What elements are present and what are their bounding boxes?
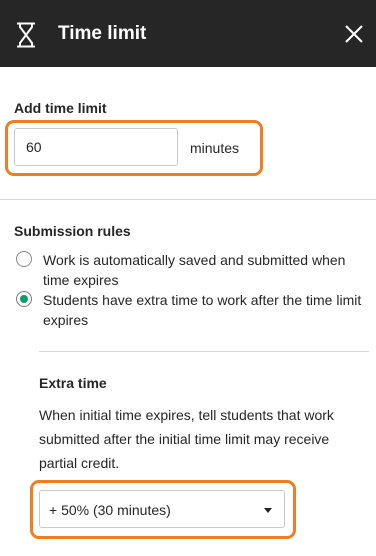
radio-option-auto-submit[interactable]: Work is automatically saved and submitte… bbox=[16, 250, 366, 290]
extra-time-label: Extra time bbox=[39, 375, 107, 391]
submission-rules-label: Submission rules bbox=[14, 223, 131, 239]
hourglass-icon bbox=[17, 22, 35, 48]
radio-label-extra-time: Students have extra time to work after t… bbox=[43, 292, 362, 328]
time-limit-unit: minutes bbox=[190, 140, 240, 156]
time-limit-label: Add time limit bbox=[14, 100, 107, 116]
time-limit-input[interactable] bbox=[14, 128, 178, 166]
caret-down-icon bbox=[264, 508, 272, 513]
extra-time-divider bbox=[39, 351, 369, 352]
extra-time-description: When initial time expires, tell students… bbox=[39, 407, 334, 471]
extra-time-select[interactable]: + 50% (30 minutes) bbox=[39, 490, 285, 528]
close-icon[interactable] bbox=[344, 24, 364, 44]
panel-title: Time limit bbox=[58, 23, 147, 44]
extra-time-selected-value: + 50% (30 minutes) bbox=[49, 502, 171, 518]
radio-option-extra-time[interactable]: Students have extra time to work after t… bbox=[16, 290, 366, 330]
section-divider bbox=[0, 199, 376, 200]
radio-button-extra-time[interactable] bbox=[16, 291, 32, 307]
radio-label-auto-submit: Work is automatically saved and submitte… bbox=[43, 252, 346, 288]
radio-button-auto-submit[interactable] bbox=[16, 251, 32, 267]
panel-header: Time limit bbox=[0, 0, 376, 67]
